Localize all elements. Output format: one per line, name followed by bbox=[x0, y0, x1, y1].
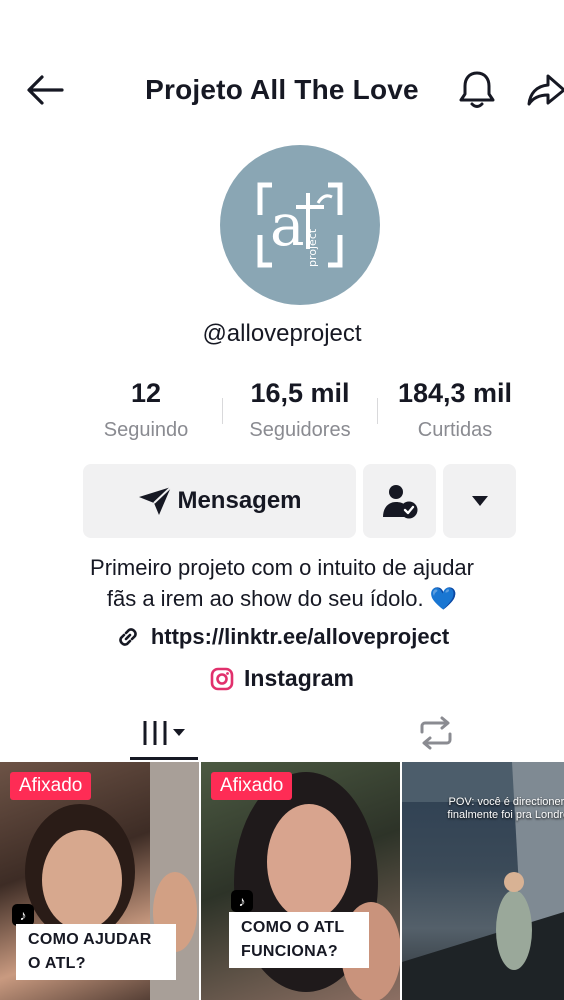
message-label: Mensagem bbox=[177, 487, 302, 514]
tiktok-logo-icon: ♪ bbox=[12, 904, 34, 926]
video-caption: COMO AJUDAR O ATL? bbox=[16, 924, 176, 980]
link-text: https://linktr.ee/alloveproject bbox=[150, 624, 450, 649]
user-check-icon bbox=[382, 485, 417, 519]
tiktok-logo-icon: ♪ bbox=[231, 890, 253, 912]
followers-label: Seguidores bbox=[249, 419, 351, 441]
followers-count: 16,5 mil bbox=[250, 378, 350, 408]
share-icon bbox=[527, 74, 564, 106]
bell-icon bbox=[459, 71, 495, 108]
caption-line: COMO AJUDAR bbox=[28, 931, 152, 948]
username: @alloveproject bbox=[202, 320, 362, 347]
pinned-badge: Afixado bbox=[10, 772, 92, 800]
stat-likes: 184,3 mil Curtidas bbox=[365, 378, 545, 442]
video-thumbnail[interactable]: Afixado ♪ COMO O ATL FUNCIONA? bbox=[201, 762, 400, 1000]
likes-count: 184,3 mil bbox=[397, 378, 513, 408]
share-button[interactable] bbox=[526, 70, 564, 110]
following-label: Seguindo bbox=[103, 419, 189, 441]
following-status-button[interactable] bbox=[363, 464, 436, 538]
instagram-label: Instagram bbox=[244, 665, 354, 691]
video-thumbnail[interactable]: Afixado ♪ COMO AJUDAR O ATL? bbox=[0, 762, 199, 1000]
overlay-line: finalmente foi pra Londres bbox=[447, 809, 564, 821]
atl-logo: a project bbox=[257, 182, 343, 268]
tab-videos[interactable] bbox=[130, 708, 198, 758]
caption-line: O ATL? bbox=[28, 955, 86, 972]
video-overlay-text: POV: você é directioner e finalmente foi… bbox=[426, 796, 564, 822]
more-options-button[interactable] bbox=[443, 464, 516, 538]
svg-text:project: project bbox=[306, 228, 319, 267]
message-button[interactable]: Mensagem bbox=[83, 464, 356, 538]
bio-line: fãs a irem ao show do seu ídolo. 💙 bbox=[106, 586, 458, 611]
tab-reposts[interactable] bbox=[410, 708, 462, 758]
pinned-badge: Afixado bbox=[211, 772, 293, 800]
video-thumbnail[interactable]: POV: você é directioner e finalmente foi… bbox=[402, 762, 564, 1000]
link-icon bbox=[119, 628, 137, 646]
active-tab-indicator bbox=[130, 757, 198, 760]
top-bar: Projeto All The Love bbox=[0, 62, 564, 118]
likes-label: Curtidas bbox=[417, 419, 493, 441]
bio-line: Primeiro projeto com o intuito de ajudar bbox=[90, 555, 474, 580]
stat-followers[interactable]: 16,5 mil Seguidores bbox=[210, 378, 390, 442]
send-icon bbox=[139, 486, 173, 515]
svg-text:a: a bbox=[270, 191, 305, 259]
repost-icon bbox=[420, 716, 452, 750]
caret-down-icon bbox=[471, 496, 488, 506]
bio: Primeiro projeto com o intuito de ajudar… bbox=[0, 552, 564, 614]
notifications-button[interactable] bbox=[456, 68, 498, 110]
instagram-link[interactable]: Instagram bbox=[0, 665, 564, 692]
instagram-icon bbox=[210, 667, 234, 690]
overlay-line: POV: você é directioner e bbox=[448, 796, 564, 808]
grid-icon bbox=[143, 721, 185, 745]
following-count: 12 bbox=[130, 378, 162, 408]
caption-line: COMO O ATL bbox=[241, 919, 345, 936]
video-caption: COMO O ATL FUNCIONA? bbox=[229, 912, 369, 968]
stat-following[interactable]: 12 Seguindo bbox=[56, 378, 236, 442]
bio-link[interactable]: https://linktr.ee/alloveproject bbox=[0, 624, 564, 650]
avatar[interactable]: a project bbox=[220, 145, 380, 305]
caption-line: FUNCIONA? bbox=[241, 943, 338, 960]
